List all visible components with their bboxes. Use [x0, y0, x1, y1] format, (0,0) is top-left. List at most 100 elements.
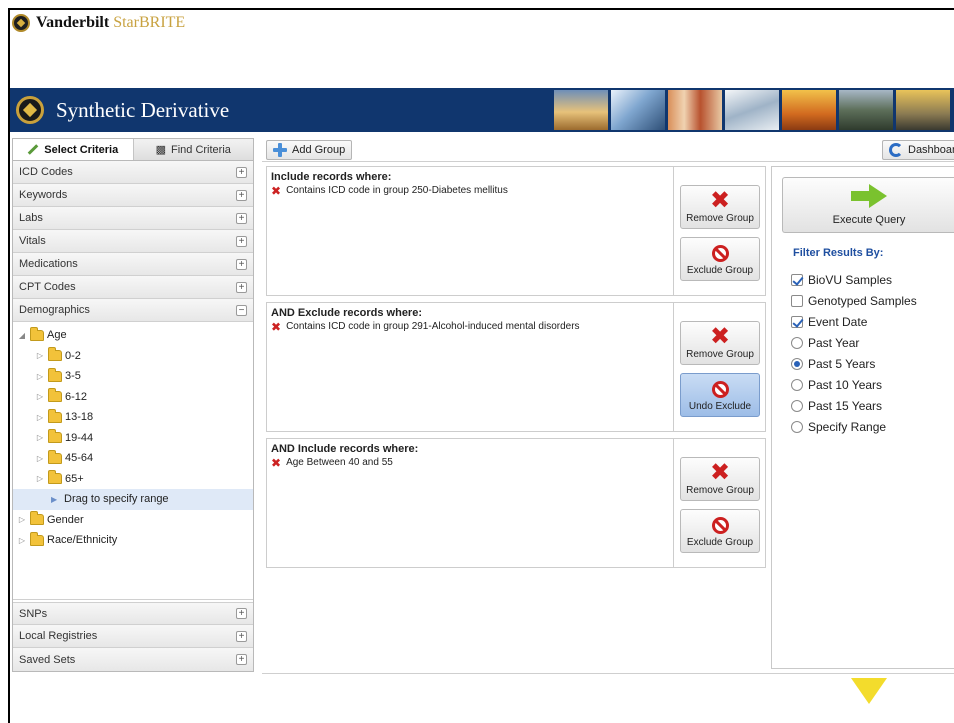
expand-icon[interactable]: + [236, 258, 247, 270]
prohibited-icon [711, 245, 729, 262]
radio-button[interactable] [791, 337, 803, 349]
expand-icon[interactable]: + [236, 212, 247, 224]
remove-criterion-icon[interactable]: ✖ [271, 321, 281, 333]
dashboard-button[interactable]: Dashboar [882, 140, 954, 160]
folder-icon [48, 367, 62, 382]
radio-button-selected[interactable] [791, 358, 803, 370]
category-snps[interactable]: SNPs + [13, 602, 253, 625]
tree-node-age-range[interactable]: ▷ 3-5 [13, 366, 253, 387]
expand-icon[interactable]: + [236, 235, 247, 247]
collapsed-arrow-icon[interactable]: ▷ [35, 454, 45, 463]
execute-label: Execute Query [832, 214, 906, 226]
category-label: Keywords [19, 189, 68, 201]
radio-specify-range[interactable]: Specify Range [791, 420, 886, 434]
prohibited-icon [711, 381, 729, 398]
tree-node-drag-range[interactable]: ▶ Drag to specify range [13, 489, 253, 510]
category-saved-sets[interactable]: Saved Sets + [13, 648, 253, 671]
radio-past-15-years[interactable]: Past 15 Years [791, 399, 882, 413]
expand-icon[interactable]: + [236, 166, 247, 178]
radio-past-10-years[interactable]: Past 10 Years [791, 378, 882, 392]
collapsed-arrow-icon[interactable]: ▷ [35, 413, 45, 422]
app-header: Synthetic Derivative [10, 88, 954, 132]
collapsed-arrow-icon[interactable]: ▷ [17, 515, 27, 524]
filter-heading: Filter Results By: [793, 247, 884, 259]
option-label: Past 5 Years [808, 357, 876, 371]
expand-icon[interactable]: + [236, 189, 247, 201]
folder-icon [30, 511, 44, 526]
radio-button[interactable] [791, 421, 803, 433]
category-keywords[interactable]: Keywords + [13, 184, 253, 207]
radio-past-year[interactable]: Past Year [791, 336, 859, 350]
group-actions: ✖ Remove Group Undo Exclude [673, 303, 765, 431]
header-photo-strip [554, 90, 950, 130]
collapse-icon[interactable]: − [236, 304, 247, 316]
tree-node-race-ethnicity[interactable]: ▷ Race/Ethnicity [13, 530, 253, 551]
category-label: CPT Codes [19, 281, 76, 293]
tree-node-age-range[interactable]: ▷ 0-2 [13, 346, 253, 367]
leaf-arrow-icon: ▶ [51, 494, 58, 504]
tree-node-age-range[interactable]: ▷ 65+ [13, 469, 253, 490]
tree-node-age-range[interactable]: ▷ 45-64 [13, 448, 253, 469]
tree-node-age-range[interactable]: ▷ 6-12 [13, 387, 253, 408]
collapsed-arrow-icon[interactable]: ▷ [35, 433, 45, 442]
radio-past-5-years[interactable]: Past 5 Years [791, 357, 875, 371]
remove-group-button[interactable]: ✖ Remove Group [680, 185, 760, 229]
criteria-sidebar: Select Criteria ▩ Find Criteria ICD Code… [12, 138, 254, 672]
remove-criterion-icon[interactable]: ✖ [271, 185, 281, 197]
expanded-arrow-icon[interactable]: ◢ [17, 331, 27, 340]
category-cpt-codes[interactable]: CPT Codes + [13, 276, 253, 299]
remove-criterion-icon[interactable]: ✖ [271, 457, 281, 469]
execute-query-button[interactable]: Execute Query [782, 177, 954, 233]
collapsed-arrow-icon[interactable]: ▷ [35, 392, 45, 401]
expand-icon[interactable]: + [236, 654, 247, 665]
radio-button[interactable] [791, 379, 803, 391]
folder-icon [48, 449, 62, 464]
expand-icon[interactable]: + [236, 608, 247, 619]
filter-genotyped-samples[interactable]: Genotyped Samples [791, 294, 917, 308]
group-criteria: AND Exclude records where: ✖ Contains IC… [271, 307, 673, 333]
tree-node-label: 3-5 [65, 370, 81, 383]
checkbox-unchecked[interactable] [791, 295, 803, 307]
query-toolbar: Add Group Dashboar [262, 138, 954, 162]
header-photo [839, 90, 893, 130]
category-icd-codes[interactable]: ICD Codes + [13, 161, 253, 184]
tree-node-label: Gender [47, 513, 84, 526]
remove-group-button[interactable]: ✖ Remove Group [680, 457, 760, 501]
collapsed-arrow-icon[interactable]: ▷ [35, 474, 45, 483]
undo-exclude-button[interactable]: Undo Exclude [680, 373, 760, 417]
collapsed-arrow-icon[interactable]: ▷ [35, 351, 45, 360]
tree-node-age-range[interactable]: ▷ 13-18 [13, 407, 253, 428]
criterion-item: ✖ Age Between 40 and 55 [271, 457, 673, 469]
expand-icon[interactable]: + [236, 630, 247, 642]
vanderbilt-w-logo-icon [851, 678, 887, 704]
filter-event-date[interactable]: Event Date [791, 315, 867, 329]
tab-select-criteria[interactable]: Select Criteria [13, 139, 134, 160]
checkbox-checked[interactable] [791, 316, 803, 328]
radio-button[interactable] [791, 400, 803, 412]
category-labs[interactable]: Labs + [13, 207, 253, 230]
remove-icon: ✖ [709, 323, 731, 350]
collapsed-arrow-icon[interactable]: ▷ [35, 372, 45, 381]
category-local-registries[interactable]: Local Registries + [13, 625, 253, 648]
tree-node-gender[interactable]: ▷ Gender [13, 510, 253, 531]
tab-find-criteria[interactable]: ▩ Find Criteria [133, 139, 253, 160]
group-title: AND Include records where: [271, 443, 419, 455]
dashboard-label: Dashboar [908, 144, 954, 156]
undo-exclude-label: Undo Exclude [688, 401, 752, 412]
category-demographics[interactable]: Demographics − [13, 299, 253, 322]
category-medications[interactable]: Medications + [13, 253, 253, 276]
folder-icon [48, 388, 62, 403]
expand-icon[interactable]: + [236, 281, 247, 293]
add-group-button[interactable]: Add Group [266, 140, 353, 160]
tree-node-age-range[interactable]: ▷ 19-44 [13, 428, 253, 449]
remove-group-button[interactable]: ✖ Remove Group [680, 321, 760, 365]
exclude-group-button[interactable]: Exclude Group [680, 237, 760, 281]
execute-panel: Execute Query Filter Results By: BioVU S… [771, 166, 954, 669]
content-bottom-divider [262, 673, 954, 674]
filter-biovu-samples[interactable]: BioVU Samples [791, 273, 892, 287]
tree-node-age[interactable]: ◢ Age [13, 325, 253, 346]
checkbox-checked[interactable] [791, 274, 803, 286]
exclude-group-button[interactable]: Exclude Group [680, 509, 760, 553]
category-vitals[interactable]: Vitals + [13, 230, 253, 253]
collapsed-arrow-icon[interactable]: ▷ [17, 536, 27, 545]
